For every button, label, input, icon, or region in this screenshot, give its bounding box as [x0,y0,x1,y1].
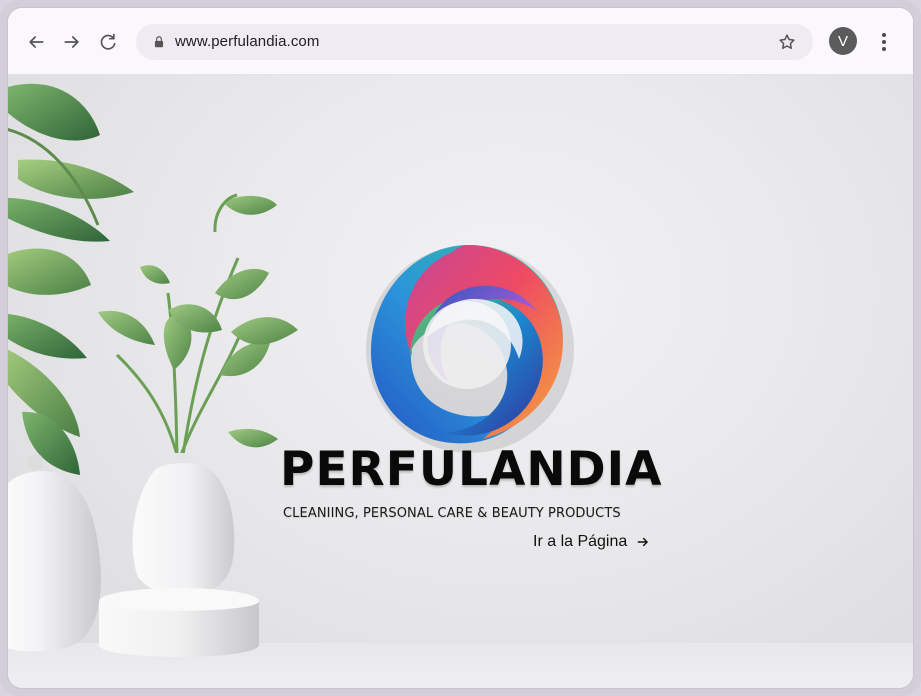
menu-dot [882,40,886,44]
address-bar[interactable]: www.perfulandia.com [136,24,813,60]
lock-icon [154,36,164,48]
center-vase [132,453,235,595]
arrow-left-icon [29,36,44,48]
browser-window: www.perfulandia.com V PERFULANDIA CLEANI… [8,8,913,688]
brand-title: PERFULANDIA [280,442,663,497]
more-vertical-icon[interactable] [874,28,894,56]
brand-tagline: CLEANIING, PERSONAL CARE & BEAUTY PRODUC… [283,506,621,521]
reload-button[interactable] [94,28,122,56]
profile-avatar[interactable]: V [829,27,857,55]
arrow-right-icon [637,537,649,547]
left-vase [8,455,101,652]
back-button[interactable] [22,28,50,56]
white-pedestal [99,588,259,657]
url-text[interactable]: www.perfulandia.com [175,33,319,50]
browser-toolbar: www.perfulandia.com V [8,8,913,75]
reload-icon [100,33,116,50]
arrow-right-icon [64,36,79,48]
star-icon[interactable] [777,32,797,52]
desktop-frame: www.perfulandia.com V PERFULANDIA CLEANI… [0,0,921,696]
forward-button[interactable] [58,28,86,56]
go-to-page-link[interactable]: Ir a la Página [533,531,650,553]
menu-dot [882,47,886,51]
web-page-content: PERFULANDIA CLEANIING, PERSONAL CARE & B… [8,75,913,688]
menu-dot [882,33,886,37]
perfulandia-logo [366,245,574,453]
cta-label[interactable]: Ir a la Página [533,533,627,551]
